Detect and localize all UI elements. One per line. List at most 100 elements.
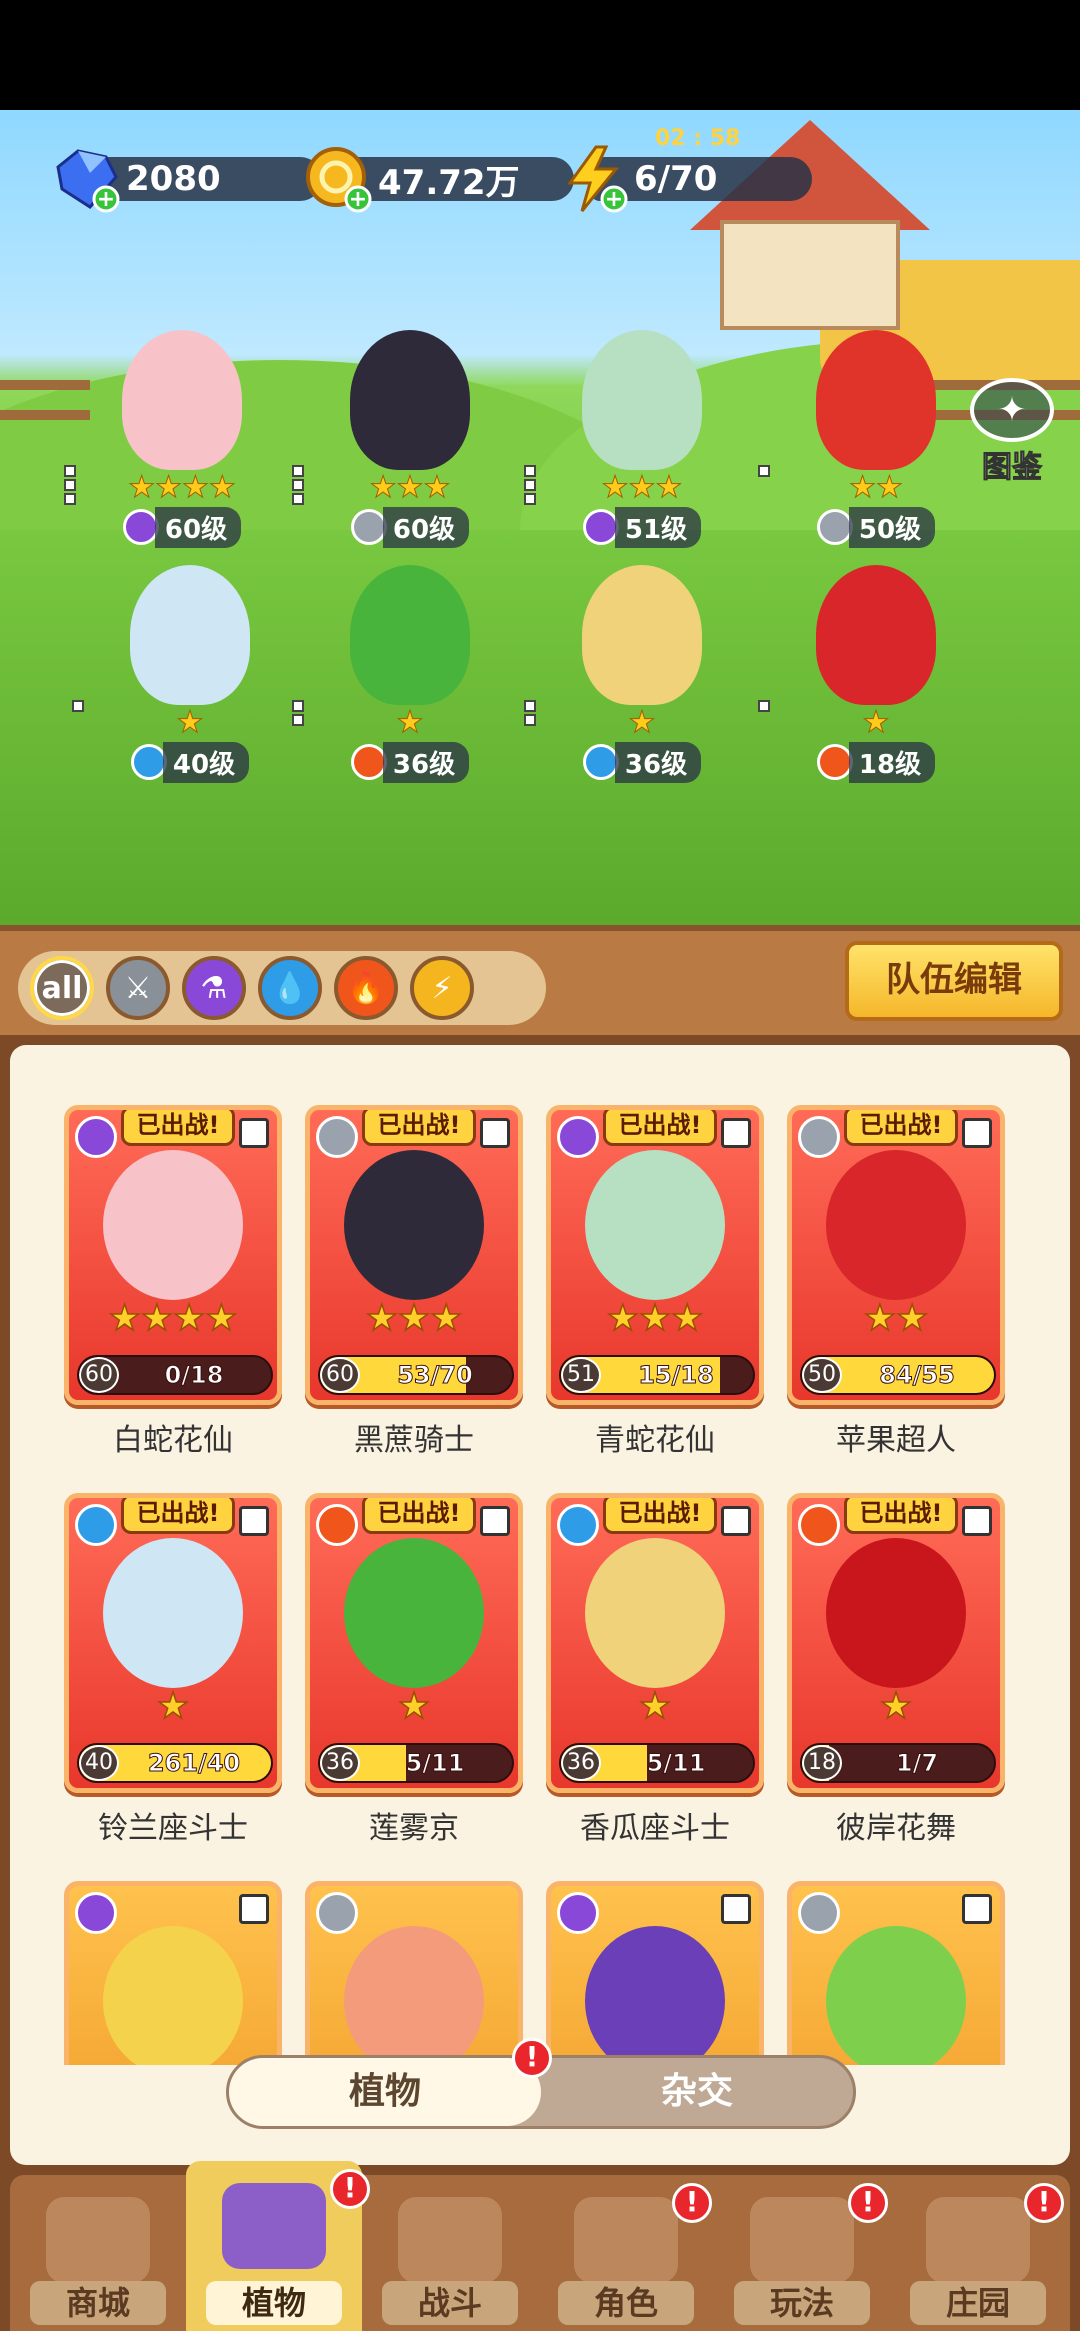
deployed-tag: 已出战!	[121, 1110, 235, 1146]
nav-battle[interactable]: 战斗	[362, 2175, 538, 2331]
drag-handle-icon[interactable]	[292, 465, 304, 507]
level-label: 51级	[614, 506, 702, 548]
codex-label: 图鉴	[982, 450, 1043, 486]
plant-card[interactable]	[305, 1881, 523, 2065]
team-slot[interactable]: ★★ 50级	[758, 330, 966, 550]
progress-text: 53/70	[397, 1361, 474, 1390]
level-badge: 50	[802, 1357, 842, 1393]
slot-marker-icon	[239, 1118, 269, 1148]
filter-lightning-icon[interactable]: ⚡	[410, 956, 474, 1020]
slot-marker-icon	[962, 1894, 992, 1924]
team-slot[interactable]: ★★★★ 60级	[64, 330, 272, 550]
slot-marker-icon	[239, 1506, 269, 1536]
nav-plants[interactable]: 植物 !	[186, 2161, 370, 2331]
drag-handle-icon[interactable]	[524, 700, 536, 728]
filter-bar: all ⚔ ⚗ 💧 🔥 ⚡ 队伍编辑	[0, 925, 1080, 1035]
level-label: 36级	[614, 741, 702, 783]
shard-progress: 51 15/18	[559, 1355, 755, 1395]
drag-handle-icon[interactable]	[72, 700, 84, 714]
alert-badge-icon: !	[848, 2183, 888, 2223]
plant-portrait	[826, 1538, 966, 1688]
deployed-tag: 已出战!	[121, 1498, 235, 1534]
team-slot[interactable]: ★ 36级	[292, 565, 500, 785]
gem-counter[interactable]: + 2080	[50, 149, 322, 213]
character-sprite	[816, 330, 936, 470]
nav-label: 玩法	[734, 2281, 870, 2325]
star-rating: ★★★★	[128, 470, 237, 506]
nav-shop[interactable]: 商城	[10, 2175, 186, 2331]
svg-text:+: +	[97, 187, 115, 212]
water-drop-icon	[130, 744, 167, 780]
level-badge: 51	[561, 1357, 601, 1393]
team-slot[interactable]: ★★★ 60级	[292, 330, 500, 550]
coin-counter[interactable]: + 47.72万	[302, 147, 574, 213]
deployed-tag: 已出战!	[362, 1498, 476, 1534]
plant-card[interactable]	[64, 1881, 282, 2065]
fire-icon	[816, 744, 853, 780]
nav-label: 商城	[30, 2281, 166, 2325]
character-sprite	[350, 565, 470, 705]
character-sprite	[122, 330, 242, 470]
bottom-navigation: 商城 植物 ! 战斗 角色 ! 玩法 ! 庄园 !	[0, 2161, 1080, 2331]
plant-card[interactable]: 已出战! ★★★★ 60 0/18 白蛇花仙	[64, 1105, 282, 1459]
nav-character[interactable]: 角色 !	[538, 2175, 714, 2331]
sword-icon	[316, 1116, 358, 1158]
team-edit-button[interactable]: 队伍编辑	[845, 941, 1063, 1021]
shard-progress: 36 5/11	[318, 1743, 514, 1783]
plant-card[interactable]: 已出战! ★★★ 60 53/70 黑蔗骑士	[305, 1105, 523, 1459]
slot-marker-icon	[962, 1506, 992, 1536]
sword-icon	[798, 1116, 840, 1158]
shard-progress: 60 0/18	[77, 1355, 273, 1395]
potion-icon	[122, 509, 159, 545]
progress-text: 5/11	[646, 1749, 706, 1778]
filter-all[interactable]: all	[30, 956, 94, 1020]
progress-text: 1/7	[895, 1749, 939, 1778]
plant-card[interactable]: 已出战! ★ 36 5/11 香瓜座斗士	[546, 1493, 764, 1847]
fence	[0, 380, 90, 420]
drag-handle-icon[interactable]	[758, 465, 770, 479]
plant-card[interactable]: 已出战! ★ 18 1/7 彼岸花舞	[787, 1493, 1005, 1847]
progress-text: 0/18	[164, 1361, 224, 1390]
level-badge: 60	[79, 1357, 119, 1393]
plant-card[interactable]	[546, 1881, 764, 2065]
star-rating: ★	[396, 705, 424, 741]
filter-fire-icon[interactable]: 🔥	[334, 956, 398, 1020]
level-label: 40级	[162, 741, 250, 783]
manor-icon	[926, 2197, 1030, 2283]
level-label: 60级	[154, 506, 242, 548]
plant-card[interactable]: 已出战! ★★★ 51 15/18 青蛇花仙	[546, 1105, 764, 1459]
drag-handle-icon[interactable]	[524, 465, 536, 507]
star-rating: ★	[862, 705, 890, 741]
element-filters: all ⚔ ⚗ 💧 🔥 ⚡	[18, 951, 546, 1025]
plant-card[interactable]: 已出战! ★★ 50 84/55 苹果超人	[787, 1105, 1005, 1459]
drag-handle-icon[interactable]	[758, 700, 770, 714]
drag-handle-icon[interactable]	[64, 465, 76, 507]
codex-button[interactable]: ✦ 图鉴	[966, 378, 1058, 486]
star-rating: ★★★	[365, 1297, 463, 1340]
star-rating: ★★	[849, 470, 904, 506]
team-slot[interactable]: ★★★ 51级	[524, 330, 732, 550]
plant-card[interactable]	[787, 1881, 1005, 2065]
nav-gameplay[interactable]: 玩法 !	[714, 2175, 890, 2331]
team-slot[interactable]: ★ 36级	[524, 565, 732, 785]
alert-badge-icon: !	[1024, 2183, 1064, 2223]
plant-portrait	[103, 1926, 243, 2065]
energy-counter[interactable]: + 6/70	[558, 145, 812, 213]
filter-water-icon[interactable]: 💧	[258, 956, 322, 1020]
progress-text: 84/55	[879, 1361, 956, 1390]
alert-badge-icon: !	[512, 2038, 552, 2078]
nav-manor[interactable]: 庄园 !	[890, 2175, 1066, 2331]
fire-icon	[316, 1504, 358, 1546]
team-slot[interactable]: ★ 40级	[72, 565, 280, 785]
filter-potion-icon[interactable]: ⚗	[182, 956, 246, 1020]
plant-card[interactable]: 已出战! ★ 36 5/11 莲雾京	[305, 1493, 523, 1847]
deployed-tag: 已出战!	[362, 1110, 476, 1146]
drag-handle-icon[interactable]	[292, 700, 304, 728]
star-rating: ★	[879, 1685, 913, 1728]
toggle-plants[interactable]: 植物	[229, 2058, 541, 2126]
plant-card[interactable]: 已出战! ★ 40 261/40 铃兰座斗士	[64, 1493, 282, 1847]
toggle-hybrid[interactable]: 杂交	[541, 2058, 853, 2126]
sword-icon	[316, 1892, 358, 1934]
filter-sword-icon[interactable]: ⚔	[106, 956, 170, 1020]
team-slot[interactable]: ★ 18级	[758, 565, 966, 785]
